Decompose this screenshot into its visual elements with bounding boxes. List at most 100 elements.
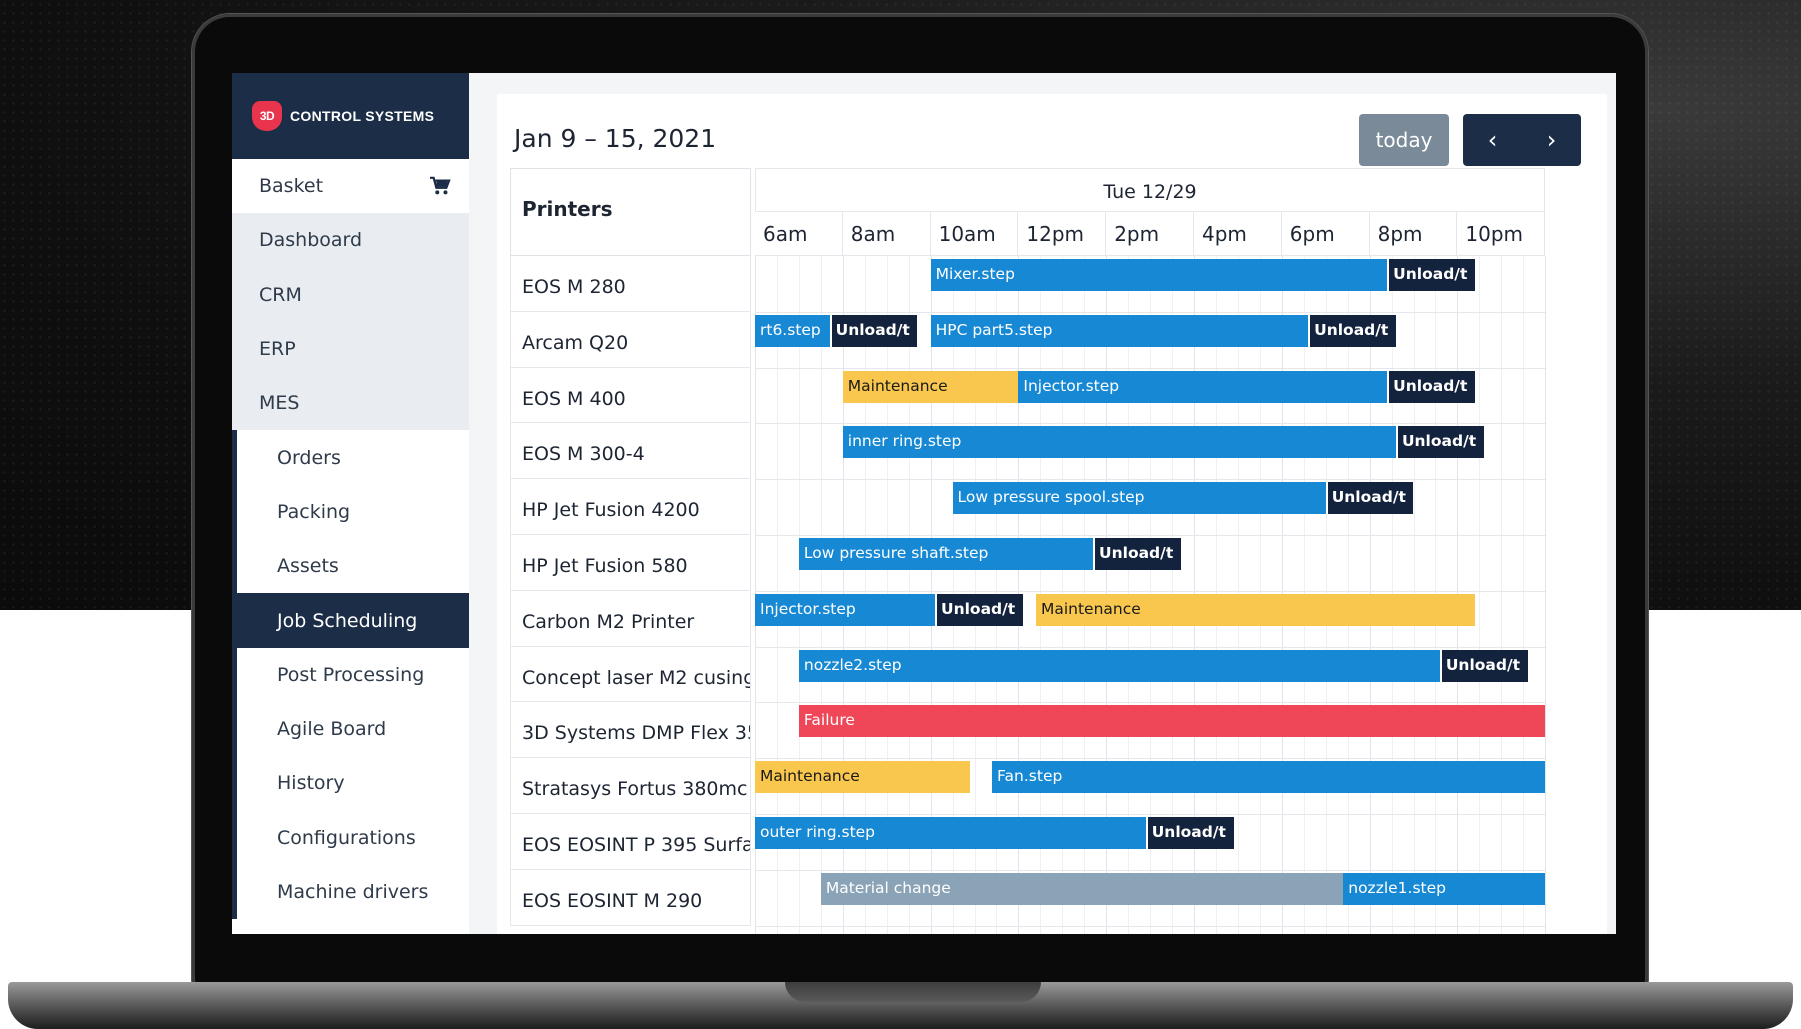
row-divider: [755, 311, 1545, 313]
schedule-event[interactable]: Maintenance: [1035, 593, 1475, 626]
scheduler-grid: Printers EOS M 280 Arcam Q20 EOS M 400 EOS …: [510, 168, 1587, 934]
schedule-event[interactable]: Maintenance: [755, 761, 971, 794]
grid-line: [1501, 256, 1503, 934]
schedule-event[interactable]: Injector.step: [755, 593, 935, 626]
sidebar-item-label: Basket: [259, 175, 324, 198]
schedule-event[interactable]: Low pressure spool.step: [952, 482, 1326, 515]
hour-header: 6pm: [1281, 212, 1370, 256]
printer-row-label: EOS M 280: [510, 256, 751, 312]
row-divider: [755, 814, 1545, 815]
row-divider: [755, 423, 1545, 425]
printer-row-label: Concept laser M2 cusing: [510, 646, 751, 703]
sidebar: 3D CONTROL SYSTEMS Basket Dashboard CRM …: [232, 73, 469, 934]
sidebar-item-label: Post Processing: [277, 663, 425, 686]
schedule-event[interactable]: Unload/t: [1308, 314, 1396, 347]
sidebar-item-label: Job Scheduling: [277, 609, 418, 632]
sidebar-item-history[interactable]: History: [232, 756, 469, 811]
date-range-title: Jan 9 – 15, 2021: [514, 124, 717, 153]
sidebar-item-crm[interactable]: CRM: [232, 267, 469, 322]
schedule-event[interactable]: Fan.step: [992, 761, 1545, 794]
printer-row-label: 3D Systems DMP Flex 350: [510, 702, 751, 759]
sidebar-item-packing[interactable]: Packing: [232, 484, 469, 540]
row-divider: [755, 535, 1545, 536]
schedule-event[interactable]: Unload/t: [1395, 426, 1484, 459]
sidebar-item-dashboard[interactable]: Dashboard: [232, 213, 469, 268]
sidebar-item-erp[interactable]: ERP: [232, 321, 469, 377]
printer-row-label: Carbon M2 Printer: [510, 590, 751, 647]
schedule-event[interactable]: Maintenance: [842, 370, 1019, 403]
cart-icon: [430, 176, 451, 195]
hour-header: 12pm: [1018, 212, 1107, 256]
sidebar-item-label: Assets: [277, 555, 339, 578]
schedule-event[interactable]: Unload/t: [934, 593, 1023, 626]
schedule-event[interactable]: Unload/t: [1093, 538, 1181, 570]
sidebar-item-job-scheduling[interactable]: Job Scheduling: [232, 593, 469, 648]
brand-header[interactable]: 3D CONTROL SYSTEMS: [232, 73, 469, 159]
printer-row-label: EOS EOSINT M 290: [510, 869, 751, 926]
schedule-event[interactable]: outer ring.step: [755, 817, 1146, 849]
sidebar-item-label: Dashboard: [259, 229, 363, 252]
schedule-event[interactable]: Unload/t: [1325, 482, 1414, 515]
schedule-event[interactable]: Unload/t: [1439, 649, 1528, 682]
printer-row-label: Arcam Q20: [510, 311, 751, 368]
schedule-event[interactable]: Material change: [820, 872, 1344, 905]
prev-button[interactable]: ‹: [1473, 114, 1513, 166]
schedule-event[interactable]: nozzle2.step: [798, 649, 1440, 682]
grid-line: [1479, 256, 1481, 934]
schedule-event[interactable]: Low pressure shaft.step: [798, 538, 1094, 570]
sidebar-item-mes[interactable]: MES: [232, 376, 469, 431]
row-divider: [755, 758, 1545, 760]
sidebar-item-post-processing[interactable]: Post Processing: [232, 647, 469, 702]
sidebar-item-configurations[interactable]: Configurations: [232, 810, 469, 865]
row-divider: [755, 367, 1545, 369]
day-header: Tue 12/29: [755, 168, 1545, 212]
sidebar-item-label: CRM: [259, 283, 302, 306]
hour-header: 10am: [930, 212, 1019, 256]
schedule-event[interactable]: Mixer.step: [930, 259, 1388, 291]
row-divider: [755, 869, 1545, 871]
row-divider: [755, 925, 1545, 927]
sidebar-item-label: Orders: [277, 446, 341, 469]
printer-row-label: Stratasys Fortus 380mc: [510, 758, 751, 814]
row-divider: [755, 479, 1545, 481]
schedule-event[interactable]: Unload/t: [1145, 817, 1234, 849]
schedule-event[interactable]: Unload/t: [829, 314, 918, 347]
next-button[interactable]: ›: [1532, 114, 1572, 166]
brand-name: CONTROL SYSTEMS: [290, 108, 435, 124]
grid-line: [1523, 256, 1525, 934]
schedule-event[interactable]: nozzle1.step: [1343, 872, 1545, 905]
hour-header: 2pm: [1106, 212, 1194, 256]
row-divider: [755, 590, 1545, 592]
schedule-event[interactable]: Unload/t: [1387, 370, 1475, 403]
grid-line: [1545, 256, 1547, 934]
sidebar-item-orders[interactable]: Orders: [232, 430, 469, 485]
sidebar-item-label: Packing: [277, 500, 351, 523]
printer-row-label: HP Jet Fusion 4200: [510, 479, 751, 535]
hour-header: 8pm: [1369, 212, 1458, 256]
schedule-event[interactable]: inner ring.step: [842, 426, 1396, 459]
schedule-event[interactable]: Failure: [798, 705, 1545, 738]
timeline: Tue 12/29 6am 8am 10am 12pm 2pm 4pm 6pm 8pm 10pm…: [755, 168, 1547, 934]
schedule-event[interactable]: rt6.step: [755, 314, 830, 347]
row-divider: [755, 702, 1545, 704]
sidebar-item-agile-board[interactable]: Agile Board: [232, 701, 469, 757]
hour-header: 8am: [842, 212, 931, 256]
app-screen: 3D CONTROL SYSTEMS Basket Dashboard CRM …: [232, 73, 1616, 934]
sidebar-item-machine-drivers[interactable]: Machine drivers: [232, 864, 469, 920]
sidebar-item-label: History: [277, 772, 345, 795]
today-button[interactable]: today: [1359, 114, 1449, 166]
sidebar-item-assets[interactable]: Assets: [232, 539, 469, 594]
sidebar-item-basket[interactable]: Basket: [232, 159, 469, 214]
printer-row-label: EOS EOSINT P 395 Surface: [510, 814, 751, 870]
schedule-event[interactable]: Unload/t: [1387, 259, 1475, 291]
row-divider: [755, 646, 1545, 648]
brand-logo-icon: 3D: [252, 101, 282, 131]
sidebar-item-label: Machine drivers: [277, 881, 429, 903]
printer-row-label: EOS M 400: [510, 367, 751, 424]
sidebar-item-label: Configurations: [277, 826, 416, 849]
schedule-event[interactable]: Injector.step: [1018, 370, 1388, 403]
nav-button-group: ‹ ›: [1463, 114, 1581, 166]
laptop-notch: [785, 982, 1041, 1002]
schedule-event[interactable]: HPC part5.step: [930, 314, 1309, 347]
printer-row-label: HP Jet Fusion 580: [510, 535, 751, 591]
